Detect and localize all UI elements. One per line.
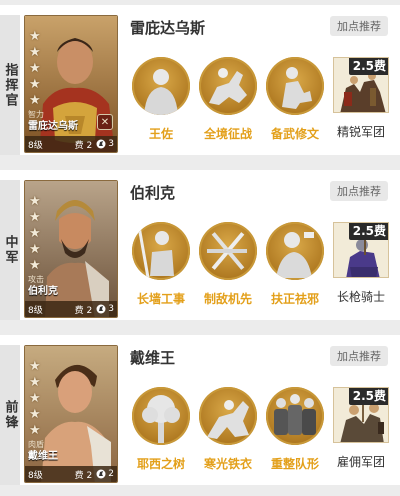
- skill-name: 耶西之树: [136, 457, 185, 471]
- troop-slot[interactable]: 2.5费 长枪骑士: [333, 222, 389, 305]
- hero-cost: 费 2: [74, 305, 93, 316]
- star-icon: ★: [29, 391, 41, 406]
- charging-horse-icon: [199, 57, 257, 115]
- recommend-points-button[interactable]: 加点推荐: [330, 16, 388, 36]
- star-icon: ★: [29, 258, 41, 273]
- star-icon: ★: [29, 226, 41, 241]
- armored-rider-icon: [199, 387, 257, 445]
- hero-level: 8级: [28, 470, 43, 481]
- hero-level: 8级: [28, 305, 43, 316]
- star-icon: ★: [29, 45, 41, 60]
- slot-label: 指挥官: [0, 15, 20, 155]
- skill-slot[interactable]: 制敌机先: [198, 222, 258, 307]
- hero-card-name: 戴维王: [28, 451, 58, 462]
- horse-icon: [96, 304, 106, 314]
- horse-icon: [96, 139, 106, 149]
- troop-cost-badge: 2.5费: [348, 388, 388, 405]
- soldier-shouting-icon: [266, 222, 324, 280]
- star-icon: ★: [29, 242, 41, 257]
- star-icon: ★: [29, 359, 41, 374]
- skill-slot[interactable]: 长墙工事: [131, 222, 191, 307]
- troop-name: 雇佣军团: [336, 455, 385, 469]
- hero-count: 2: [108, 469, 114, 479]
- crossed-weapons-icon: ✕: [97, 114, 113, 130]
- hero-card[interactable]: ★ ★ ★ ★ ★ ✕ 智力 雷庇达乌斯 8级 费 2 3: [24, 15, 118, 153]
- hero-card[interactable]: ★ ★ ★ ★ ★ 攻击 伯利克 8级 费 2 3: [24, 180, 118, 318]
- hero-level: 8级: [28, 140, 43, 151]
- hero-card-name: 雷庇达乌斯: [28, 121, 78, 132]
- hero-name: 戴维王: [130, 349, 176, 367]
- hero-card[interactable]: ★ ★ ★ ★ ★ 肉盾 戴维王 8级 费 2 2: [24, 345, 118, 483]
- star-icon: ★: [29, 423, 41, 438]
- star-icon: ★: [29, 93, 41, 108]
- troop-slot[interactable]: 2.5费 雇佣军团: [333, 387, 389, 470]
- lineup-row-center: 中军 ★ ★ ★ ★ ★ 攻击 伯利克 8级 费 2 3 伯利克 加点推荐 长墙…: [0, 170, 400, 320]
- slot-label: 前锋: [0, 345, 20, 485]
- recommend-points-button[interactable]: 加点推荐: [330, 181, 388, 201]
- star-icon: ★: [29, 210, 41, 225]
- hero-name: 伯利克: [130, 184, 176, 202]
- card-footer: 8级 费 2 3: [25, 301, 117, 317]
- skill-name: 王佐: [148, 127, 173, 141]
- shield-wall-icon: [266, 387, 324, 445]
- legion-soldiers-icon: 2.5费: [333, 57, 389, 113]
- skill-name: 扶正祛邪: [270, 292, 319, 306]
- troop-cost-badge: 2.5费: [348, 223, 388, 240]
- star-rating: ★ ★ ★ ★ ★: [29, 195, 41, 273]
- slot-label: 中军: [0, 180, 20, 320]
- card-footer: 8级 费 2 3: [25, 136, 117, 152]
- hero-cost: 费 2: [74, 470, 93, 481]
- skill-slot[interactable]: 耶西之树: [131, 387, 191, 472]
- kneeling-figure-icon: [266, 57, 324, 115]
- spearman-icon: [132, 222, 190, 280]
- hero-card-name: 伯利克: [28, 286, 58, 297]
- troop-cost-badge: 2.5费: [348, 58, 388, 75]
- star-rating: ★ ★ ★ ★ ★: [29, 30, 41, 108]
- star-icon: ★: [29, 29, 41, 44]
- mercenary-band-icon: 2.5费: [333, 387, 389, 443]
- star-rating: ★ ★ ★ ★ ★: [29, 360, 41, 438]
- star-icon: ★: [29, 61, 41, 76]
- skill-name: 备武修文: [270, 127, 319, 141]
- hero-count: 3: [108, 304, 114, 314]
- skill-name: 重整队形: [270, 457, 319, 471]
- lineup-row-commander: 指挥官 ★ ★ ★ ★ ★ ✕ 智力 雷庇达乌斯 8级 费 2 3 雷庇达乌斯 …: [0, 5, 400, 155]
- star-icon: ★: [29, 77, 41, 92]
- warrior-bust-icon: [132, 57, 190, 115]
- star-icon: ★: [29, 194, 41, 209]
- skill-name: 全境征战: [203, 127, 252, 141]
- troop-name: 精锐军团: [336, 125, 385, 139]
- troop-name: 长枪骑士: [336, 290, 385, 304]
- skill-slot[interactable]: 重整队形: [265, 387, 325, 472]
- skill-slot[interactable]: 扶正祛邪: [265, 222, 325, 307]
- tree-icon: [132, 387, 190, 445]
- star-icon: ★: [29, 407, 41, 422]
- card-footer: 8级 费 2 2: [25, 466, 117, 482]
- skill-slot[interactable]: 王佐: [131, 57, 191, 142]
- recommend-points-button[interactable]: 加点推荐: [330, 346, 388, 366]
- skill-name: 制敌机先: [203, 292, 252, 306]
- hero-cost: 费 2: [74, 140, 93, 151]
- hero-count: 3: [108, 139, 114, 149]
- lance-knight-icon: 2.5费: [333, 222, 389, 278]
- hero-name: 雷庇达乌斯: [130, 19, 206, 37]
- horse-icon: [96, 469, 106, 479]
- skill-slot[interactable]: 寒光铁衣: [198, 387, 258, 472]
- skill-slot[interactable]: 备武修文: [265, 57, 325, 142]
- star-icon: ★: [29, 375, 41, 390]
- lineup-row-vanguard: 前锋 ★ ★ ★ ★ ★ 肉盾 戴维王 8级 费 2 2 戴维王 加点推荐 耶西…: [0, 335, 400, 485]
- skill-name: 寒光铁衣: [203, 457, 252, 471]
- crossed-swords-icon: [199, 222, 257, 280]
- troop-slot[interactable]: 2.5费 精锐军团: [333, 57, 389, 140]
- skill-name: 长墙工事: [136, 292, 185, 306]
- skill-slot[interactable]: 全境征战: [198, 57, 258, 142]
